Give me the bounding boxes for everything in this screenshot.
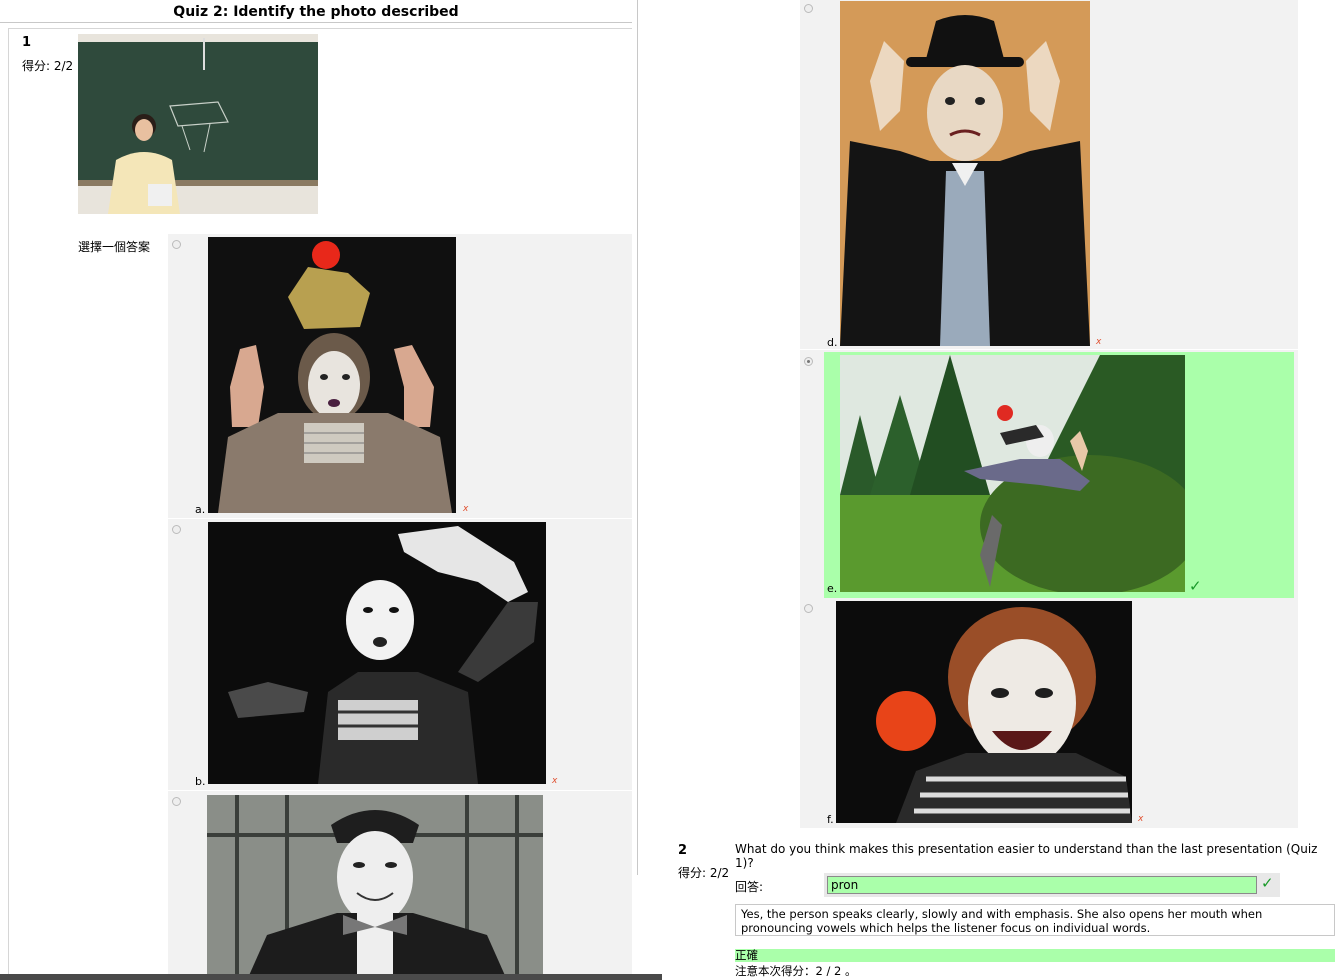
- option-b-radio[interactable]: [172, 525, 181, 534]
- option-d-photo: [840, 1, 1090, 346]
- option-b-photo: [208, 522, 546, 784]
- option-d-radio[interactable]: [804, 4, 813, 13]
- question-1-number: 1: [22, 35, 32, 50]
- bottom-scrollbar[interactable]: [0, 974, 662, 980]
- quiz-title: Quiz 2: Identify the photo described: [173, 4, 459, 20]
- column-divider: [637, 0, 638, 875]
- option-a-photo: [208, 237, 456, 513]
- option-e-radio[interactable]: [804, 357, 813, 366]
- question-1-photo: [78, 34, 318, 214]
- question-1-score: 得分: 2/2: [22, 59, 74, 73]
- cross-icon: x: [1138, 814, 1144, 824]
- option-c-radio[interactable]: [172, 797, 181, 806]
- question-2-text: What do you think makes this presentatio…: [735, 842, 1318, 870]
- option-e-photo: [840, 355, 1185, 592]
- check-icon: ✓: [1261, 874, 1274, 892]
- title-divider: [0, 22, 632, 23]
- score-note: 注意本次得分：2 / 2 。: [735, 964, 857, 978]
- option-f-radio[interactable]: [804, 604, 813, 613]
- option-b-letter: b.: [195, 775, 206, 788]
- option-a-letter: a.: [195, 503, 206, 516]
- answer-label: 回答:: [735, 880, 764, 894]
- option-f-photo: [836, 601, 1132, 823]
- answer-prompt: 選擇一個答案: [78, 240, 151, 254]
- cross-icon: x: [1096, 337, 1102, 347]
- answer-input[interactable]: pron: [827, 876, 1257, 894]
- result-correct-bar: 正確: [735, 949, 1335, 962]
- option-d-letter: d.: [827, 336, 838, 349]
- option-e-letter: e.: [827, 582, 838, 595]
- option-c-photo: [207, 795, 543, 980]
- question-2-number: 2: [678, 843, 688, 858]
- answer-feedback: Yes, the person speaks clearly, slowly a…: [735, 904, 1335, 936]
- cross-icon: x: [463, 504, 469, 514]
- cross-icon: x: [552, 776, 558, 786]
- check-icon: ✓: [1189, 577, 1202, 595]
- option-a-radio[interactable]: [172, 240, 181, 249]
- question-2-score: 得分: 2/2: [678, 866, 730, 880]
- option-f-letter: f.: [827, 813, 834, 826]
